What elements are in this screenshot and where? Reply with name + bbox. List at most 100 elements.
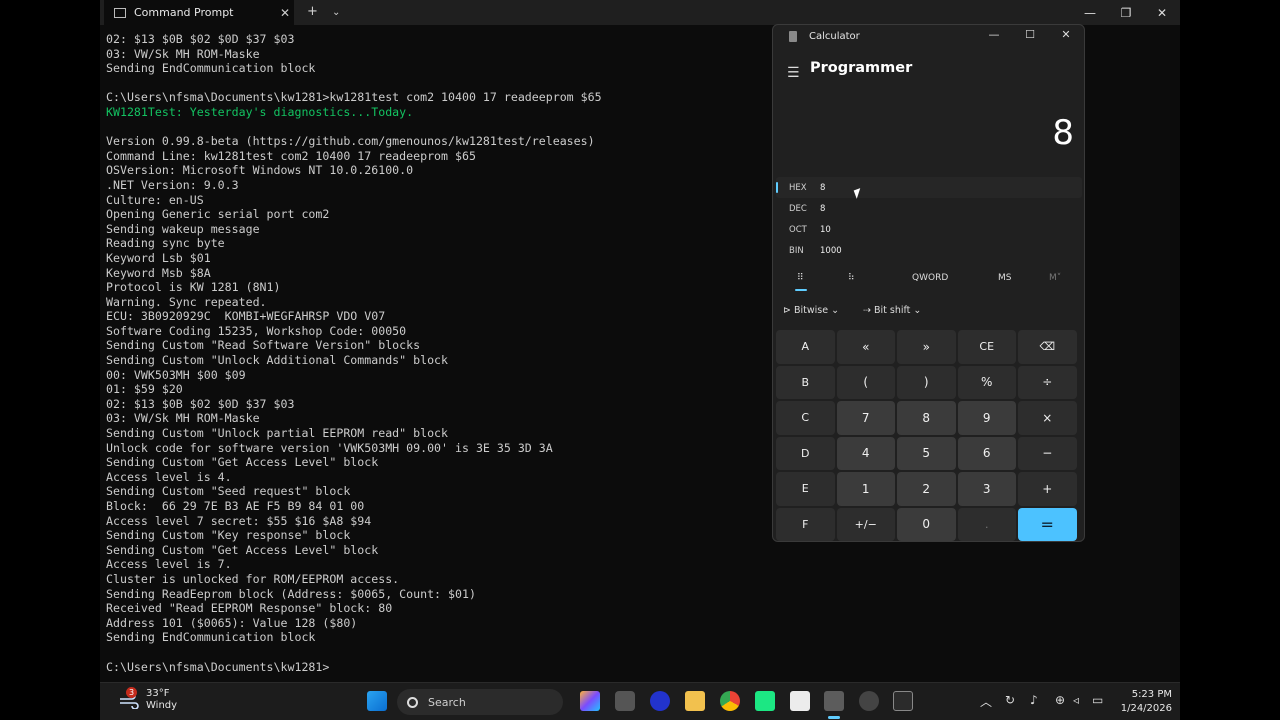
key-button[interactable]: =	[1018, 507, 1077, 541]
key-button[interactable]: 3	[957, 472, 1016, 506]
keypad-selected-indicator	[795, 289, 807, 291]
terminal-output[interactable]: 02: $13 $0B $02 $0D $37 $03 03: VW/Sk MH …	[106, 32, 846, 682]
console-line: Sending EndCommunication block	[106, 630, 316, 645]
tab-command-prompt[interactable]: Command Prompt ✕	[104, 0, 294, 25]
radix-row-hex[interactable]: HEX 8	[776, 177, 1082, 198]
terminal-taskbar-icon[interactable]	[893, 691, 913, 711]
key-button[interactable]: 9	[957, 401, 1016, 435]
calc-close-button[interactable]: ✕	[1048, 28, 1084, 41]
key-button[interactable]: 0	[897, 507, 956, 541]
key-button[interactable]: −	[1018, 436, 1077, 470]
key-button[interactable]: »	[897, 330, 956, 364]
console-line: 01: $59 $20	[106, 382, 183, 397]
radix-name: HEX	[789, 182, 807, 193]
calculator-app-icon	[789, 31, 797, 42]
hulu-icon[interactable]	[755, 691, 775, 711]
close-tab-icon[interactable]: ✕	[276, 6, 294, 20]
file-explorer-icon[interactable]	[685, 691, 705, 711]
key-button[interactable]: C	[776, 401, 835, 435]
volume-icon[interactable]: ◃	[1073, 693, 1079, 707]
calc-maximize-button[interactable]: ☐	[1012, 28, 1048, 41]
key-button[interactable]: «	[836, 330, 895, 364]
tray-chevron-icon[interactable]: ︿	[980, 693, 992, 710]
key-button[interactable]: 5	[897, 436, 956, 470]
key-button[interactable]: 7	[836, 401, 895, 435]
new-tab-button[interactable]: +	[307, 4, 318, 19]
key-button[interactable]: 6	[957, 436, 1016, 470]
close-button[interactable]: ✕	[1144, 0, 1180, 25]
radix-row-dec[interactable]: DEC 8	[776, 198, 1082, 219]
battery-icon[interactable]: ▭	[1092, 693, 1103, 707]
key-button[interactable]: ×	[1018, 401, 1077, 435]
key-button[interactable]: F	[776, 507, 835, 541]
key-button[interactable]: .	[957, 507, 1016, 541]
keypad-icon[interactable]: ⠿	[797, 273, 804, 283]
word-size-button[interactable]: QWORD	[912, 273, 948, 283]
key-button[interactable]: 1	[836, 472, 895, 506]
bitshift-label: Bit shift	[873, 305, 911, 316]
start-icon[interactable]	[367, 691, 387, 711]
console-line: Sending Custom "Read Software Version" b…	[106, 338, 421, 353]
key-button[interactable]: %	[957, 365, 1016, 399]
console-line: Access level is 4.	[106, 469, 232, 484]
chevron-down-icon[interactable]: ⌄	[332, 7, 340, 18]
search-box[interactable]: Search	[397, 689, 563, 715]
active-indicator	[828, 716, 840, 719]
notepad-icon[interactable]	[790, 691, 810, 711]
maximize-button[interactable]: ❐	[1108, 0, 1144, 25]
bitwise-label: Bitwise	[793, 305, 829, 316]
console-line: ECU: 3B0920929C KOMBI+WEGFAHRSP VDO V07	[106, 309, 386, 324]
bit-toggle-icon[interactable]: ⠷	[848, 273, 855, 283]
key-button[interactable]: CE	[957, 330, 1016, 364]
console-line: C:\Users\nfsma\Documents\kw1281>	[106, 659, 330, 674]
key-button[interactable]: 4	[836, 436, 895, 470]
language-icon[interactable]: ⊕	[1055, 693, 1065, 707]
console-line: .NET Version: 9.0.3	[106, 177, 239, 192]
key-button[interactable]: E	[776, 472, 835, 506]
terminal-titlebar: Command Prompt ✕ + ⌄ — ❐ ✕	[100, 0, 1180, 25]
console-line: Address 101 ($0065): Value 128 ($80)	[106, 615, 358, 630]
key-button[interactable]: 8	[897, 401, 956, 435]
microphone-icon[interactable]: ♪	[1030, 693, 1038, 707]
console-line: Software Coding 15235, Workshop Code: 00…	[106, 323, 407, 338]
key-button[interactable]: (	[836, 365, 895, 399]
console-line: Sending Custom "Unlock partial EEPROM re…	[106, 426, 449, 441]
sync-icon[interactable]: ↻	[1005, 693, 1015, 707]
bitwise-icon: ⊳	[783, 305, 794, 316]
chrome-icon[interactable]	[720, 691, 740, 711]
key-button[interactable]: D	[776, 436, 835, 470]
radix-row-bin[interactable]: BIN 1000	[776, 240, 1082, 261]
weather-widget[interactable]: 3 33°F Windy	[118, 687, 177, 712]
radix-name: DEC	[789, 203, 807, 214]
key-button[interactable]: ÷	[1018, 365, 1077, 399]
console-line: Sending Custom "Get Access Level" block	[106, 455, 379, 470]
calculator-taskbar-icon[interactable]	[824, 691, 844, 711]
radix-value: 8	[820, 203, 826, 214]
key-button[interactable]: ⌫	[1018, 330, 1077, 364]
key-button[interactable]: +/−	[836, 507, 895, 541]
console-line: Sending EndCommunication block	[106, 61, 316, 76]
key-button[interactable]: +	[1018, 472, 1077, 506]
menu-icon[interactable]: ☰	[787, 65, 800, 81]
key-button[interactable]: A	[776, 330, 835, 364]
key-button[interactable]: 2	[897, 472, 956, 506]
clock[interactable]: 5:23 PM 1/24/2026	[1121, 688, 1172, 716]
calc-minimize-button[interactable]: —	[976, 28, 1012, 41]
app-icon-snipping[interactable]	[615, 691, 635, 711]
key-button[interactable]: B	[776, 365, 835, 399]
app-icon-media[interactable]	[859, 691, 879, 711]
memory-dropdown-button[interactable]: M˅	[1049, 273, 1061, 283]
minimize-button[interactable]: —	[1072, 0, 1108, 25]
bitwise-dropdown[interactable]: ⊳ Bitwise ⌄	[783, 305, 839, 316]
memory-store-button[interactable]: MS	[998, 273, 1011, 283]
radix-row-oct[interactable]: OCT 10	[776, 219, 1082, 240]
console-line: OSVersion: Microsoft Windows NT 10.0.261…	[106, 163, 414, 178]
copilot-icon[interactable]	[580, 691, 600, 711]
key-button[interactable]: )	[897, 365, 956, 399]
console-line: Sending Custom "Unlock Additional Comman…	[106, 353, 449, 368]
console-line: KW1281Test: Yesterday's diagnostics...To…	[106, 104, 414, 119]
bitshift-dropdown[interactable]: ⇢ Bit shift ⌄	[863, 305, 921, 316]
app-icon-globe[interactable]	[650, 691, 670, 711]
